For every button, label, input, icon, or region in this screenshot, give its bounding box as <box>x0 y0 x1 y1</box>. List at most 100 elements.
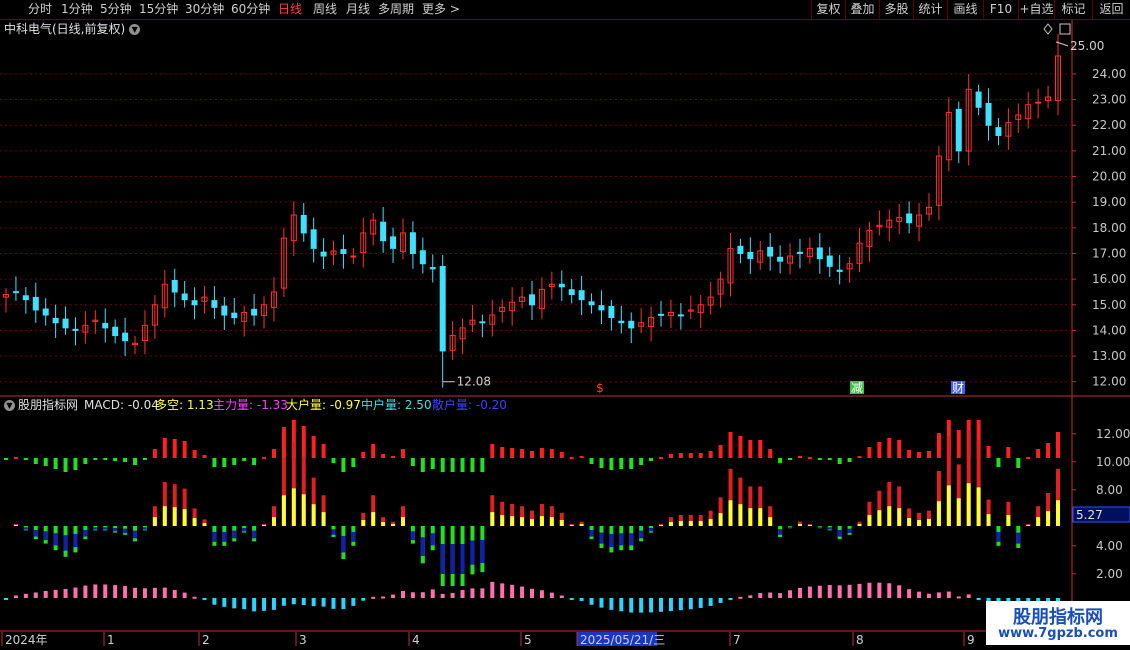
macd-bar <box>976 598 981 600</box>
big-bar <box>391 524 396 526</box>
toolbar-button-3[interactable]: 统计 <box>913 0 947 19</box>
big-bar <box>539 516 544 526</box>
toolbar-button-6[interactable]: +自选 <box>1018 0 1054 19</box>
macd-bar <box>83 585 88 598</box>
volume-bar <box>1046 443 1051 458</box>
retail-bar <box>778 529 783 535</box>
retail-bar <box>123 528 128 534</box>
candle-body <box>32 296 39 311</box>
toolbar-button-0[interactable]: 复权 <box>811 0 845 19</box>
volume-bar <box>807 457 812 459</box>
macd-bar <box>579 598 584 601</box>
big-bar <box>768 517 773 526</box>
toolbar-button-4[interactable]: 画线 <box>947 0 983 19</box>
big-bar <box>520 517 525 526</box>
macd-bar <box>371 596 376 599</box>
big-bar <box>311 504 316 526</box>
macd-bar <box>301 598 306 606</box>
period-tab-9[interactable]: 多周期 <box>378 0 414 19</box>
retail-bar <box>788 526 793 528</box>
macd-bar <box>361 598 366 601</box>
indicator-value-4: 中户量: 2.50 <box>361 398 432 412</box>
macd-bar <box>450 592 455 598</box>
volume-bar <box>708 451 713 458</box>
retail-bar <box>133 530 138 539</box>
macd-bar <box>43 590 48 598</box>
macd-bar <box>4 598 8 600</box>
candle-body <box>221 305 228 316</box>
retail-bar <box>450 544 455 574</box>
retail-bar <box>93 527 98 530</box>
candle-body <box>112 326 119 337</box>
macd-bar <box>242 598 247 610</box>
toolbar-button-5[interactable]: F10 <box>983 0 1018 19</box>
indicator-value-3: 大户量: -0.97 <box>286 398 361 412</box>
period-tab-4[interactable]: 30分钟 <box>185 0 224 19</box>
volume-bar <box>629 458 634 469</box>
volume-bar <box>569 457 574 459</box>
volume-bar <box>530 451 534 458</box>
candle-body <box>777 256 784 262</box>
period-tab-3[interactable]: 15分钟 <box>139 0 178 19</box>
chevron-down-icon[interactable]: ▼ <box>4 400 15 411</box>
period-tab-0[interactable]: 分时 <box>28 0 52 19</box>
candle-body <box>737 245 744 254</box>
volume-bar <box>639 458 644 465</box>
volume-bar <box>956 430 961 458</box>
retail-bar <box>1016 532 1021 544</box>
volume-bar <box>232 458 237 465</box>
volume-bar <box>510 448 515 458</box>
period-tab-10[interactable]: 更多 > <box>422 0 460 19</box>
indicator-header: ▼ 股朋指标网 <box>4 397 78 413</box>
big-bar <box>698 521 703 526</box>
macd-bar <box>520 586 525 598</box>
volume-bar <box>817 458 822 460</box>
big-bar <box>579 524 584 526</box>
toolbar-button-7[interactable]: 标记 <box>1054 0 1092 19</box>
volume-bar <box>460 458 465 472</box>
big-bar <box>659 525 664 526</box>
candle-body <box>955 108 962 152</box>
chevron-down-icon[interactable]: ▼ <box>129 24 141 35</box>
big-bar <box>917 520 922 526</box>
period-tab-8[interactable]: 月线 <box>346 0 370 19</box>
retail-bar <box>817 526 822 528</box>
big-bar <box>887 506 892 526</box>
date-label-1: 1 <box>107 633 115 647</box>
macd-bar <box>559 595 564 598</box>
retail-bar <box>470 540 475 565</box>
macd-bar <box>440 593 445 598</box>
period-tab-6[interactable]: 日线 <box>278 0 302 19</box>
volume-bar <box>410 458 415 466</box>
period-tab-5[interactable]: 60分钟 <box>231 0 270 19</box>
macd-bar <box>907 589 912 598</box>
big-bar <box>1026 525 1031 526</box>
event-marker-2: 财 <box>952 381 964 395</box>
big-bar <box>926 519 931 526</box>
period-tab-1[interactable]: 1分钟 <box>61 0 93 19</box>
volume-bar <box>53 458 58 469</box>
retail-bar <box>619 533 624 546</box>
retail-bar <box>331 529 336 535</box>
toolbar-button-2[interactable]: 多股 <box>879 0 913 19</box>
big-bar <box>361 520 366 526</box>
macd-bar <box>659 598 664 612</box>
volume-bar <box>83 458 88 464</box>
macd-bar <box>619 598 624 612</box>
volume-bar <box>242 458 247 461</box>
macd-bar <box>172 589 177 598</box>
macd-bar <box>490 581 495 598</box>
event-marker-0: $ <box>596 381 604 395</box>
toolbar-button-8[interactable]: 返回 <box>1092 0 1130 19</box>
retail-bar <box>609 533 614 548</box>
period-tab-2[interactable]: 5分钟 <box>100 0 132 19</box>
period-tab-7[interactable]: 周线 <box>313 0 337 19</box>
toolbar-button-1[interactable]: 叠加 <box>845 0 879 19</box>
macd-bar <box>966 594 971 598</box>
retail-bar <box>440 544 445 574</box>
candle-body <box>578 290 585 301</box>
candle-body <box>251 308 258 316</box>
big-bar <box>530 519 534 526</box>
candle-body <box>419 250 426 265</box>
volume-bar <box>698 453 703 458</box>
